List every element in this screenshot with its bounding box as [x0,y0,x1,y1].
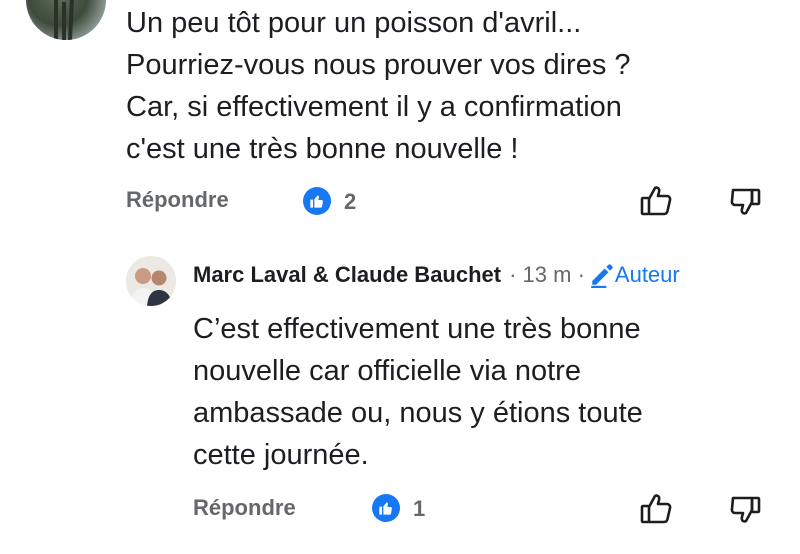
timestamp[interactable]: · 13 m · [509,262,585,288]
thumbs-up-icon[interactable] [638,491,674,527]
author-avatar[interactable] [126,256,176,306]
pencil-icon [591,264,613,288]
thumbs-down-icon[interactable] [728,491,764,527]
like-count: 2 [344,189,357,214]
thumbs-down-icon[interactable] [728,183,764,219]
reply-text: C’est effectivement une très bonne nouve… [193,308,773,476]
author-badge: Auteur [589,262,680,288]
comment-line: Pourriez-vous nous prouver vos dires ? [126,49,631,81]
comment-header: Marc Laval & Claude Bauchet · 13 m · Aut… [193,262,680,288]
comment-line: C’est effectivement une très bonne [193,313,641,345]
author-name[interactable]: Marc Laval & Claude Bauchet [193,262,501,288]
like-reaction-icon[interactable] [303,187,331,215]
like-reaction-icon[interactable] [372,494,400,522]
comment-line: cette journée. [193,439,369,471]
commenter-avatar[interactable] [26,0,106,40]
author-badge-label: Auteur [614,262,680,287]
comment-line: ambassade ou, nous y étions toute [193,397,643,429]
like-count: 1 [413,496,426,521]
reply-button[interactable]: Répondre [126,187,229,213]
comment-line: nouvelle car officielle via notre [193,355,581,387]
thumbs-up-icon[interactable] [638,183,674,219]
comment-line: Car, si effectivement il y a confirmatio… [126,91,622,123]
comment-line: Un peu tôt pour un poisson d'avril... [126,7,582,39]
comment-line: c'est une très bonne nouvelle ! [126,133,519,165]
reply-button[interactable]: Répondre [193,495,296,521]
comment-text: Un peu tôt pour un poisson d'avril... Po… [126,2,766,170]
